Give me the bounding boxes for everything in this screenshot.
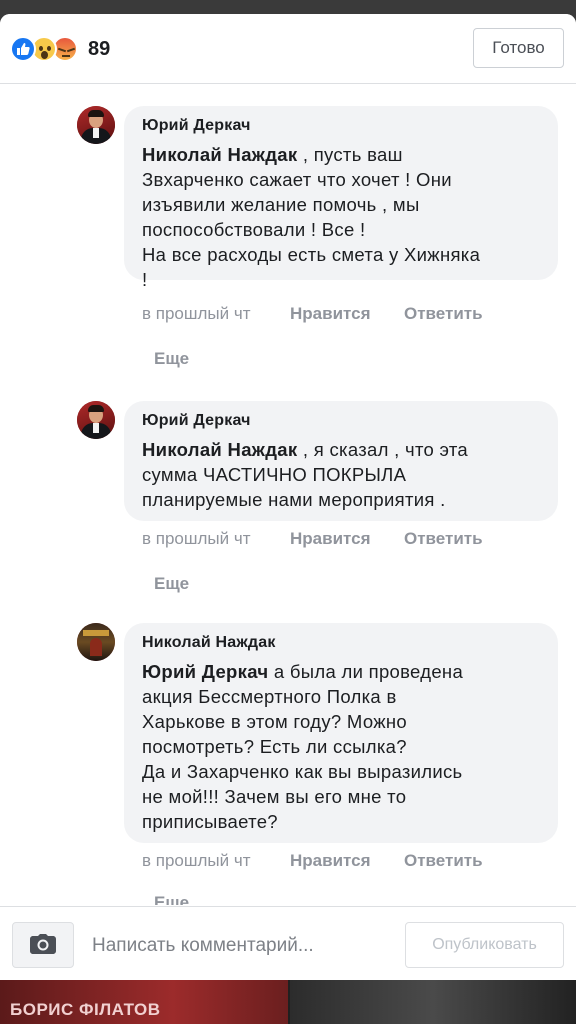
avatar[interactable] xyxy=(77,106,115,144)
reply-link[interactable]: Ответить xyxy=(404,304,483,324)
sheet-header: 89 Готово xyxy=(0,14,576,84)
comment-timestamp[interactable]: в прошлый чт xyxy=(142,304,290,324)
comments-sheet: 89 Готово Юрий Деркач Николай Наждак , п… xyxy=(0,14,576,980)
reply-link[interactable]: Ответить xyxy=(404,529,483,549)
avatar[interactable] xyxy=(77,623,115,661)
backdrop-caption: БОРИС ФІЛАТОВ xyxy=(10,1000,161,1019)
more-link[interactable]: Еще xyxy=(154,349,189,369)
like-link[interactable]: Нравится xyxy=(290,851,404,871)
comment-mention[interactable]: Николай Наждак xyxy=(142,144,297,165)
comment-input[interactable] xyxy=(92,931,392,961)
publish-button[interactable]: Опубликовать xyxy=(405,922,564,968)
comment-composer: Опубликовать xyxy=(0,906,576,980)
camera-button[interactable] xyxy=(12,922,74,968)
comment-author[interactable]: Юрий Деркач xyxy=(142,116,540,136)
comment-bubble: Юрий Деркач Николай Наждак , я сказал , … xyxy=(124,401,558,521)
camera-icon xyxy=(30,933,56,957)
reactions-summary[interactable]: 89 xyxy=(10,34,110,64)
comment-author[interactable]: Юрий Деркач xyxy=(142,411,540,431)
done-button[interactable]: Готово xyxy=(473,28,564,68)
comment-list: Юрий Деркач Николай Наждак , пусть ваш Зв… xyxy=(0,85,576,905)
comment-text: Юрий Деркач а была ли проведена акция Бес… xyxy=(142,661,464,832)
more-link[interactable]: Еще xyxy=(154,574,189,594)
reply-link[interactable]: Ответить xyxy=(404,851,483,871)
comment-actions: в прошлый чт Нравится Ответить xyxy=(142,304,483,324)
backdrop-banner-right xyxy=(290,980,576,1024)
comment-author[interactable]: Николай Наждак xyxy=(142,633,540,653)
like-reaction-icon xyxy=(10,36,36,62)
comment-bubble: Юрий Деркач Николай Наждак , пусть ваш Зв… xyxy=(124,106,558,290)
like-link[interactable]: Нравится xyxy=(290,304,404,324)
like-link[interactable]: Нравится xyxy=(290,529,404,549)
more-link[interactable]: Еще xyxy=(154,893,189,905)
comment-timestamp[interactable]: в прошлый чт xyxy=(142,529,290,549)
comment-actions: в прошлый чт Нравится Ответить xyxy=(142,529,483,549)
comment-mention[interactable]: Николай Наждак xyxy=(142,439,297,460)
comment-timestamp[interactable]: в прошлый чт xyxy=(142,851,290,871)
comment-bubble: Николай Наждак Юрий Деркач а была ли про… xyxy=(124,623,558,843)
comment-actions: в прошлый чт Нравится Ответить xyxy=(142,851,483,871)
avatar[interactable] xyxy=(77,401,115,439)
comment-text: Николай Наждак , пусть ваш Звхарченко саж… xyxy=(142,144,481,290)
comment-mention[interactable]: Юрий Деркач xyxy=(142,661,268,682)
reaction-count: 89 xyxy=(88,37,111,60)
comment-text: Николай Наждак , я сказал , что эта сумма… xyxy=(142,439,469,510)
